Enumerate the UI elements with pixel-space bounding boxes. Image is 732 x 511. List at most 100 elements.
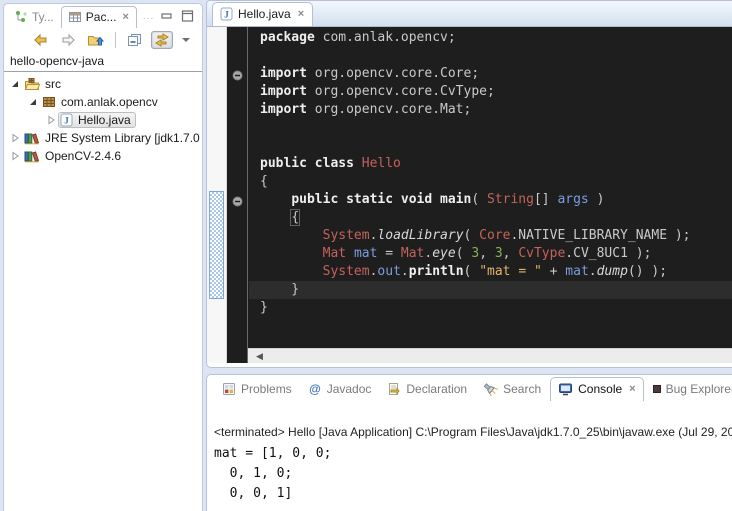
toolbar-separator xyxy=(115,32,116,48)
tab-console[interactable]: Console × xyxy=(550,377,643,401)
bottom-panel-tabs: Problems @ Javadoc Declaration Search Console… xyxy=(207,375,732,401)
tab-label: Search xyxy=(503,382,541,396)
code-editor[interactable]: package com.anlak.opencv; import org.open… xyxy=(207,27,732,363)
fold-gutter[interactable] xyxy=(227,27,248,363)
tab-javadoc[interactable]: @ Javadoc xyxy=(301,378,379,401)
collapse-arrow-icon[interactable] xyxy=(8,79,22,89)
tree-item-content: com.anlak.opencv xyxy=(40,94,163,110)
code-line[interactable]: System.out.println( "mat = " + mat.dump(… xyxy=(249,263,732,281)
tree-item-jre-system-library-jdk1-7-0[interactable]: JRE System Library [jdk1.7.0 xyxy=(4,129,202,147)
expand-arrow-icon[interactable] xyxy=(44,115,58,125)
collapse-arrow-icon[interactable] xyxy=(26,97,40,107)
close-icon[interactable]: × xyxy=(122,11,128,23)
console-status-line: <terminated> Hello [Java Application] C:… xyxy=(214,425,732,439)
tree-item-opencv-2-4-6[interactable]: OpenCV-2.4.6 xyxy=(4,147,202,165)
view-menu-button[interactable] xyxy=(178,34,194,46)
tree-item-label: JRE System Library [jdk1.7.0 xyxy=(45,131,200,145)
tab-bug-explorer[interactable]: Bug Explorer xyxy=(646,378,732,401)
code-line[interactable]: public class Hello xyxy=(249,155,732,173)
tree-item-src[interactable]: src xyxy=(4,75,202,93)
view-tab-ty[interactable]: Ty... xyxy=(8,7,61,28)
tab-overflow-icon: ... xyxy=(143,11,154,22)
horizontal-scrollbar[interactable]: ◀ xyxy=(248,348,732,363)
tab-label: Problems xyxy=(241,382,292,396)
minimize-button[interactable] xyxy=(160,9,173,27)
svg-text:J: J xyxy=(224,10,229,20)
code-lines: package com.anlak.opencv; import org.open… xyxy=(249,29,732,317)
code-line[interactable]: } xyxy=(249,281,732,299)
tab-label: Javadoc xyxy=(327,382,372,396)
tab-problems[interactable]: Problems xyxy=(215,378,299,401)
code-line[interactable]: import org.opencv.core.Core; xyxy=(249,65,732,83)
close-icon[interactable]: × xyxy=(298,8,304,20)
tree-item-label: com.anlak.opencv xyxy=(61,95,158,109)
code-line[interactable]: package com.anlak.opencv; xyxy=(249,29,732,47)
code-line[interactable] xyxy=(249,119,732,137)
code-line[interactable]: { xyxy=(249,173,732,191)
tree-item-label: OpenCV-2.4.6 xyxy=(45,149,121,163)
tab-label: Console xyxy=(578,382,622,396)
code-line[interactable]: { xyxy=(249,209,732,227)
bug-square-icon xyxy=(653,385,661,393)
tree-item-content: JHello.java xyxy=(58,112,136,128)
tree-item-content: src xyxy=(22,76,66,92)
console-view: Problems @ Javadoc Declaration Search Console… xyxy=(206,374,732,511)
project-tree: srccom.anlak.opencv JHello.java JRE System… xyxy=(4,72,202,165)
console-body: <terminated> Hello [Java Application] C:… xyxy=(207,401,732,504)
forward-button[interactable] xyxy=(57,31,79,49)
tab-declaration[interactable]: Declaration xyxy=(380,378,474,401)
annotation-ruler[interactable] xyxy=(207,27,227,363)
maximize-button[interactable] xyxy=(181,9,194,27)
tree-item-hello-java[interactable]: JHello.java xyxy=(4,111,202,129)
editor-area: J Hello.java × package com.anlak.opencv;… xyxy=(206,0,732,368)
editor-tabbar: J Hello.java × xyxy=(207,1,732,27)
code-line[interactable]: import org.opencv.core.Mat; xyxy=(249,101,732,119)
expand-arrow-icon[interactable] xyxy=(8,133,22,143)
svg-text:@: @ xyxy=(309,382,321,396)
declaration-icon xyxy=(387,382,401,396)
fold-collapse-icon[interactable] xyxy=(232,194,243,212)
view-tab-pac[interactable]: Pac... × xyxy=(61,6,137,28)
back-button[interactable] xyxy=(30,31,52,49)
console-output-line: 0, 1, 0; xyxy=(214,464,732,484)
package-explorer-view: Ty... Pac... ×... hello-opencv-java srccom… xyxy=(3,3,203,511)
fold-collapse-icon[interactable] xyxy=(232,68,243,86)
tree-item-label: src xyxy=(45,77,61,91)
type-hierarchy-icon xyxy=(14,10,28,24)
console-icon xyxy=(558,382,573,396)
view-tab-label: Pac... xyxy=(86,10,117,24)
editor-tab-label: Hello.java xyxy=(238,7,291,21)
console-output-line: 0, 0, 1] xyxy=(214,484,732,504)
editor-tab-hello-java[interactable]: J Hello.java × xyxy=(212,2,313,26)
code-line[interactable]: Mat mat = Mat.eye( 3, 3, CvType.CV_8UC1 … xyxy=(249,245,732,263)
library-icon xyxy=(24,149,40,163)
tree-item-content: OpenCV-2.4.6 xyxy=(22,148,126,164)
code-line[interactable] xyxy=(249,47,732,65)
tab-label: Declaration xyxy=(406,382,467,396)
link-with-editor-button[interactable] xyxy=(151,31,173,49)
go-up-button[interactable] xyxy=(84,31,107,49)
javadoc-icon: @ xyxy=(308,382,322,396)
search-icon xyxy=(483,382,498,396)
expand-arrow-icon[interactable] xyxy=(8,151,22,161)
code-line[interactable]: public static void main( String[] args ) xyxy=(249,191,732,209)
code-line[interactable]: import org.opencv.core.CvType; xyxy=(249,83,732,101)
project-root-label[interactable]: hello-opencv-java xyxy=(4,52,202,72)
left-panel-tabs: Ty... Pac... ×... xyxy=(4,4,202,28)
code-line[interactable] xyxy=(249,137,732,155)
collapse-all-button[interactable] xyxy=(124,31,146,49)
tree-item-com-anlak-opencv[interactable]: com.anlak.opencv xyxy=(4,93,202,111)
scroll-left-arrow-icon[interactable]: ◀ xyxy=(248,351,263,362)
view-tab-label: Ty... xyxy=(32,10,54,24)
left-panel-toolbar xyxy=(4,28,202,52)
java-file-icon: J xyxy=(220,7,233,21)
code-line[interactable]: System.loadLibrary( Core.NATIVE_LIBRARY_… xyxy=(249,227,732,245)
tab-search[interactable]: Search xyxy=(476,378,548,401)
code-line[interactable]: } xyxy=(249,299,732,317)
package-folder-icon xyxy=(24,77,40,91)
tab-label: Bug Explorer xyxy=(666,382,732,396)
close-icon[interactable]: × xyxy=(629,383,635,395)
java-file-icon: J xyxy=(60,113,73,127)
left-panel-window-buttons xyxy=(160,9,194,27)
console-output[interactable]: mat = [1, 0, 0; 0, 1, 0; 0, 0, 1] xyxy=(214,444,732,504)
